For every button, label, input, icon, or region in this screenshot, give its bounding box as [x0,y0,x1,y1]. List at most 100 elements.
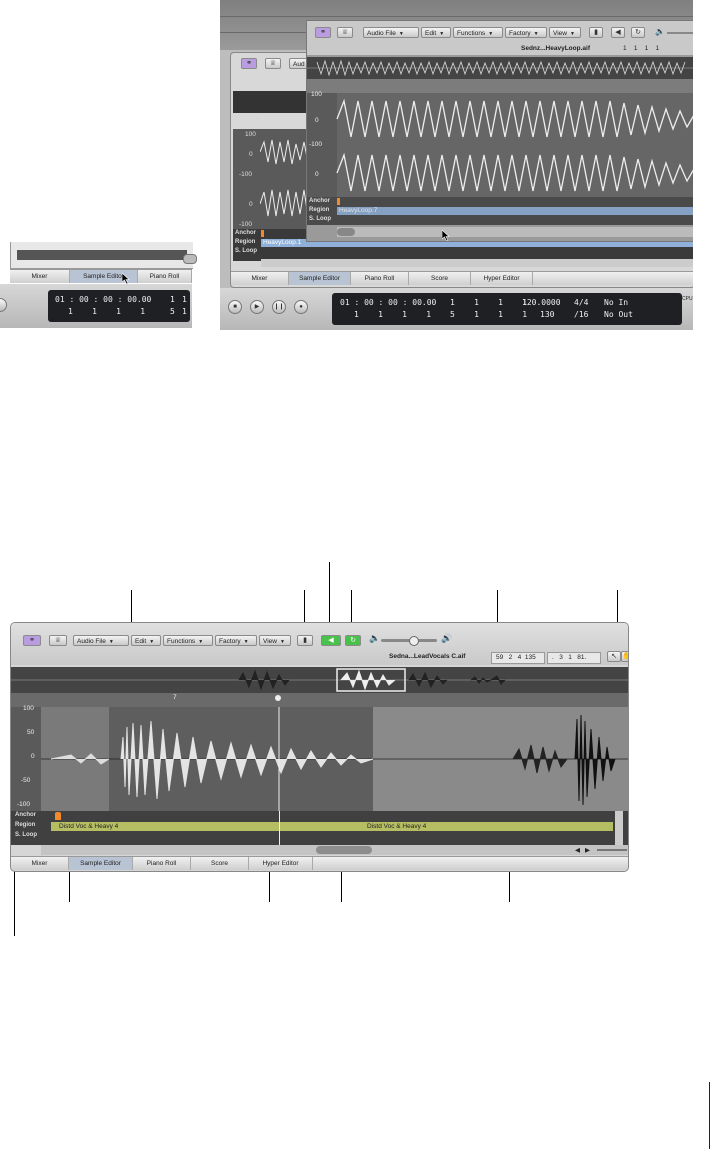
figure-a: Mixer Sample Editor Piano Roll 01 : 00 :… [0,242,197,328]
scale-neg100: -100 [17,801,31,808]
fig-a-lcd: 01 : 00 : 00 : 00.00 1 1 1 1 1 5 1 1 [48,290,190,322]
link-button[interactable]: ⚭ [23,635,41,646]
region-bar[interactable]: Distd Voc & Heavy 4 Distd Voc & Heavy 4 [51,822,613,831]
fig-b-back-region-name: HeavyLoop.1 [263,239,302,246]
menu-functions[interactable]: Functions ▼ [163,635,213,646]
lcd-pos-top: 1 1 1 1 [450,298,528,307]
lcd-out: No Out [604,310,633,319]
record-button[interactable]: ● [294,300,308,314]
scroll-thumb[interactable] [337,228,355,236]
fig-b-back-anchor-marker[interactable] [261,230,264,237]
menu-factory[interactable]: Factory ▼ [505,27,547,38]
menu-audio-file[interactable]: Audio File ▼ [73,635,129,646]
fig-c-file-name: Sedna...LeadVocals C.aif [389,653,466,660]
tab-piano-roll[interactable]: Piano Roll [138,270,192,283]
anchor-marker[interactable] [55,812,61,820]
speaker-play-button[interactable]: ◀ [321,635,341,646]
menu-functions[interactable]: Functions ▼ [453,27,503,38]
lcd-pos-bot: 5 1 1 1 [450,310,528,319]
loop-button[interactable]: ↻ [345,635,361,646]
tab-piano-roll[interactable]: Piano Roll [351,272,409,285]
tab-score[interactable]: Score [409,272,471,285]
fig-c-pos-values: 59 2 4 135 [496,654,536,661]
volume-slider[interactable] [381,636,437,646]
catch-button[interactable]: ♕ [265,58,281,69]
tab-mixer[interactable]: Mixer [10,270,70,283]
scale-100: 100 [23,705,34,712]
volume-slider-knob[interactable] [409,636,419,646]
scroll-left-icon[interactable]: ◀ [575,846,580,854]
ruler-bar-label: 7 [173,694,177,701]
link-button[interactable]: ⚭ [241,58,257,69]
menu-view[interactable]: View ▼ [259,635,291,646]
fig-b-front-scrollbar[interactable] [337,227,693,237]
page-edge-rule [709,1082,710,1149]
fig-a-transport: 01 : 00 : 00 : 00.00 1 1 1 1 1 5 1 1 [0,284,192,328]
loop-icon[interactable]: ↻ [631,27,645,38]
fig-b-scale-100: 100 [311,91,322,98]
menu-factory[interactable]: Factory ▼ [215,635,257,646]
horizontal-zoom-slider[interactable] [597,849,627,851]
lcd-tempo: 120.0000 [522,298,561,307]
overview-waveform [11,668,628,692]
stop-button[interactable]: ■ [228,300,242,314]
fig-b-region-label: Region [309,207,330,213]
volume-icon: 🔈 [655,27,665,36]
fig-a-scroll-thumb[interactable] [183,254,197,264]
lcd-in: No In [604,298,629,307]
region-label: Region [15,822,36,828]
pause-button[interactable]: ❙❙ [272,300,286,314]
speaker-icon[interactable]: ◀ [611,27,625,38]
fig-c-len-values: . 3 1 81. [552,654,587,661]
scale-50: 50 [27,729,35,736]
overview-waveform [307,59,693,77]
tab-piano-roll[interactable]: Piano Roll [133,857,191,870]
levels-icon[interactable]: ▮ [589,27,603,38]
fig-a-tabbar: Mixer Sample Editor Piano Roll [10,269,192,283]
fig-b-anchor-marker[interactable] [337,198,340,205]
fig-b-front-lanes: Anchor Region S. Loop HeavyLoop.7 [307,197,693,225]
tab-sample-editor[interactable]: Sample Editor [289,272,351,285]
fig-c-scrollbar[interactable]: ◀ ▶ [41,845,628,855]
fig-a-track-area [10,242,197,269]
playhead-top[interactable] [275,695,281,701]
tab-mixer[interactable]: Mixer [231,272,289,285]
menu-edit[interactable]: Edit ▼ [131,635,161,646]
catch-button[interactable]: ♕ [337,27,353,38]
menu-audio-file[interactable]: Audio File ▼ [363,27,419,38]
fig-b-scale-0: 0 [315,117,319,124]
fig-b-back-scrollbar[interactable] [261,259,693,267]
fig-b-back-scale-0: 0 [249,151,253,158]
tab-sample-editor[interactable]: Sample Editor [69,857,133,870]
fig-b-back-ruler-mark: 1 [261,115,265,122]
fig-b-back-scale-neg100b: -100 [239,221,253,228]
vertical-zoom-slider[interactable] [615,811,623,845]
fig-b-back-scale-0b: 0 [249,201,253,208]
tab-hyper-editor[interactable]: Hyper Editor [249,857,313,870]
menu-edit[interactable]: Edit ▼ [421,27,451,38]
play-button[interactable]: ▶ [250,300,264,314]
volume-slider[interactable] [667,32,693,34]
levels-icon[interactable]: ▮ [297,635,313,646]
volume-high-icon: 🔊 [441,633,453,643]
fig-c-wave-area: 100 50 0 -50 -100 [11,705,628,811]
fig-c-ruler: 7 [11,693,628,707]
catch-button[interactable]: ♕ [49,635,67,646]
tab-hyper-editor[interactable]: Hyper Editor [471,272,533,285]
fig-c-toolbar: ⚭ ♕ Audio File ▼ Edit ▼ Functions ▼ Factory… [11,623,628,665]
fig-b-front-ruler [307,79,693,93]
scroll-right-icon[interactable]: ▶ [585,846,590,854]
menu-view[interactable]: View ▼ [549,27,581,38]
hand-tool-icon[interactable]: ✋ [621,651,628,662]
link-button[interactable]: ⚭ [315,27,331,38]
pointer-tool-icon[interactable]: ↖ [607,651,621,662]
fig-b-transport: ■ ▶ ❙❙ ● 01 : 00 : 00 : 00.00 1 1 1 1 1 … [220,288,693,330]
stop-button-partial[interactable] [0,298,7,312]
fig-a-lcd-col-a-top: 1 [170,295,175,304]
tab-score[interactable]: Score [191,857,249,870]
scroll-thumb[interactable] [316,846,372,854]
fig-b-lcd: 01 : 00 : 00 : 00.00 1 1 1 1 1 1 1 1 5 1… [332,293,682,325]
fig-a-lcd-bars: 1 1 1 1 [68,307,146,316]
tab-mixer[interactable]: Mixer [11,857,69,870]
fig-b-region-bar[interactable]: HeavyLoop.7 [337,207,693,215]
